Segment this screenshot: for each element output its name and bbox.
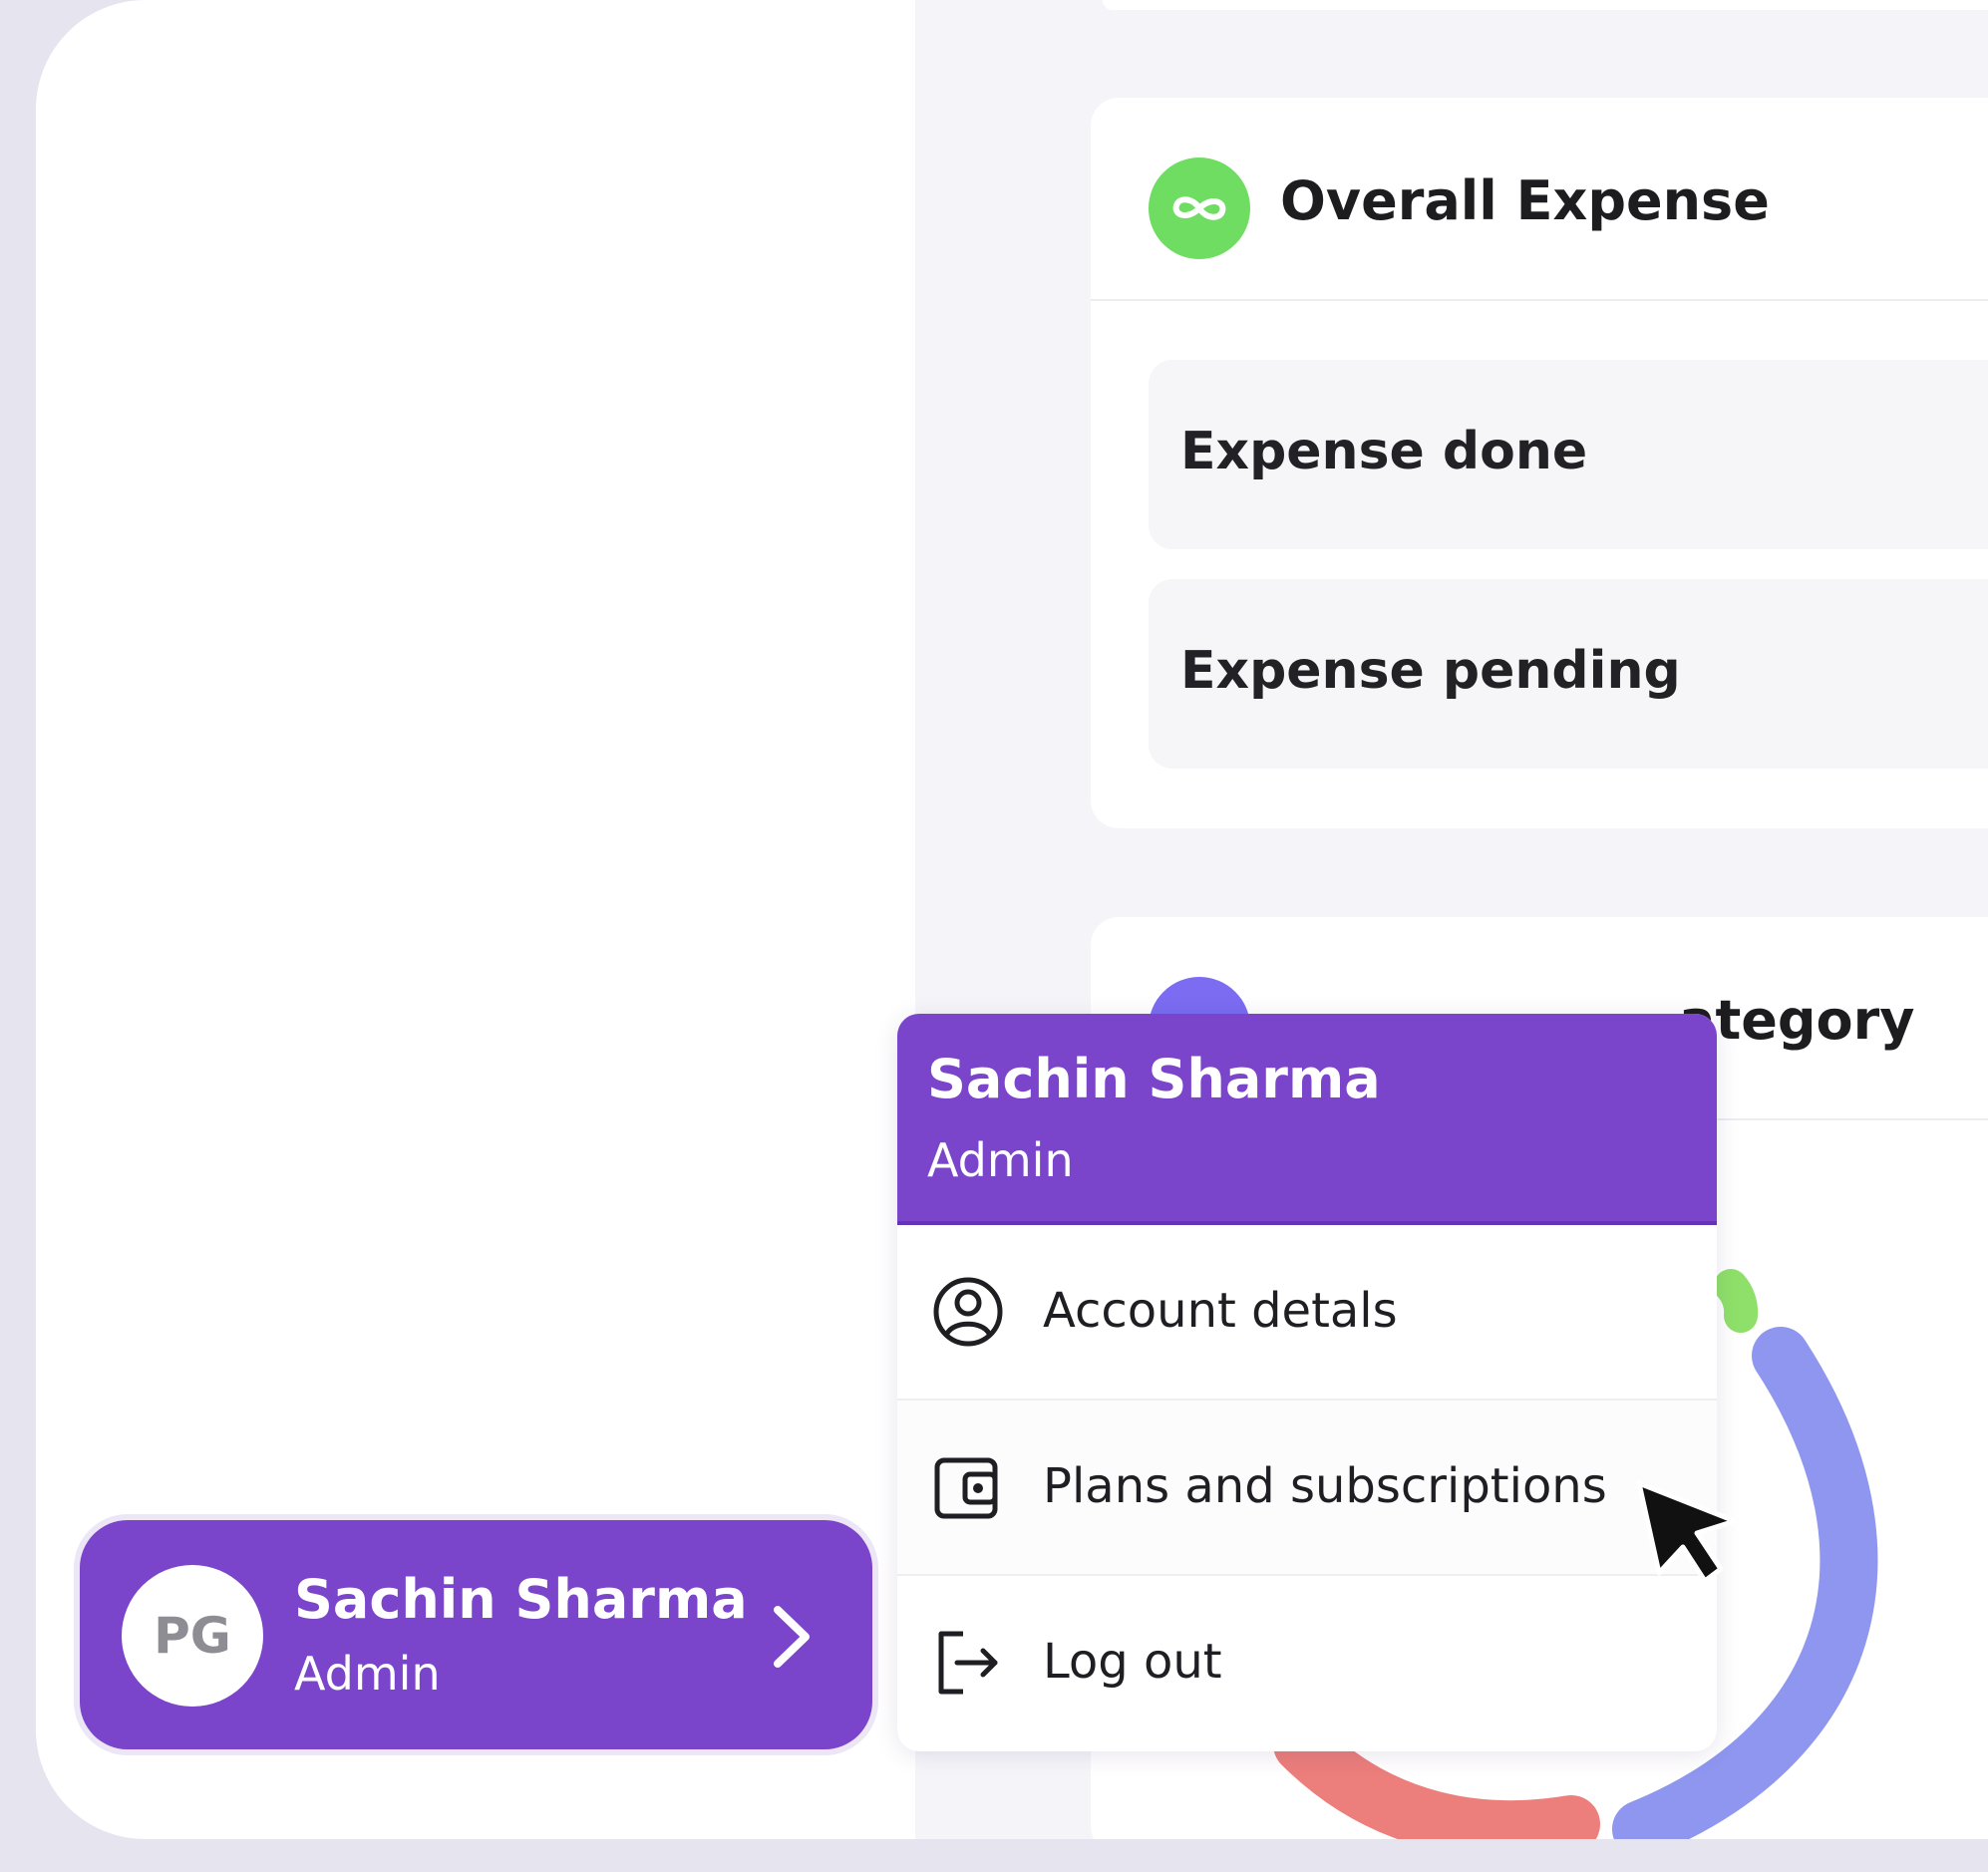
expense-done-row[interactable]: Expense done [1149, 360, 1988, 549]
overall-expense-title: Overall Expense [1280, 169, 1770, 232]
dropdown-header: Sachin Sharma Admin [897, 1014, 1717, 1225]
expense-done-label: Expense done [1180, 422, 1588, 481]
donut-segment-red [1273, 1716, 1600, 1839]
infinity-icon [1149, 157, 1250, 259]
menu-label-plans-subscriptions: Plans and subscriptions [1043, 1458, 1607, 1514]
menu-label-account-details: Account detals [1043, 1283, 1398, 1339]
dropdown-user-name: Sachin Sharma [927, 1048, 1381, 1110]
top-card-edge [1103, 0, 1988, 10]
expense-pending-label: Expense pending [1180, 641, 1681, 701]
avatar: PG [122, 1565, 263, 1707]
menu-label-log-out: Log out [1043, 1634, 1222, 1690]
overall-expense-card: Overall Expense Expense done Expense pen… [1091, 98, 1988, 828]
user-circle-icon [933, 1277, 1003, 1347]
donut-segment-green [1714, 1269, 1759, 1333]
menu-item-plans-subscriptions[interactable]: Plans and subscriptions [897, 1401, 1717, 1576]
menu-item-account-details[interactable]: Account detals [897, 1225, 1717, 1401]
profile-role: Admin [294, 1647, 441, 1701]
dropdown-user-role: Admin [927, 1133, 1074, 1187]
expense-pending-row[interactable]: Expense pending [1149, 579, 1988, 769]
profile-name: Sachin Sharma [294, 1568, 748, 1631]
profile-button[interactable]: PG Sachin Sharma Admin [80, 1520, 872, 1749]
menu-item-log-out[interactable]: Log out [897, 1576, 1717, 1751]
wallet-icon [934, 1457, 998, 1519]
mouse-cursor-icon [1636, 1480, 1738, 1584]
overall-expense-header: Overall Expense [1091, 98, 1988, 301]
logout-icon [938, 1631, 998, 1695]
chevron-right-icon [774, 1606, 810, 1668]
profile-dropdown-menu: Sachin Sharma Admin Account detals Plans… [897, 1014, 1717, 1751]
